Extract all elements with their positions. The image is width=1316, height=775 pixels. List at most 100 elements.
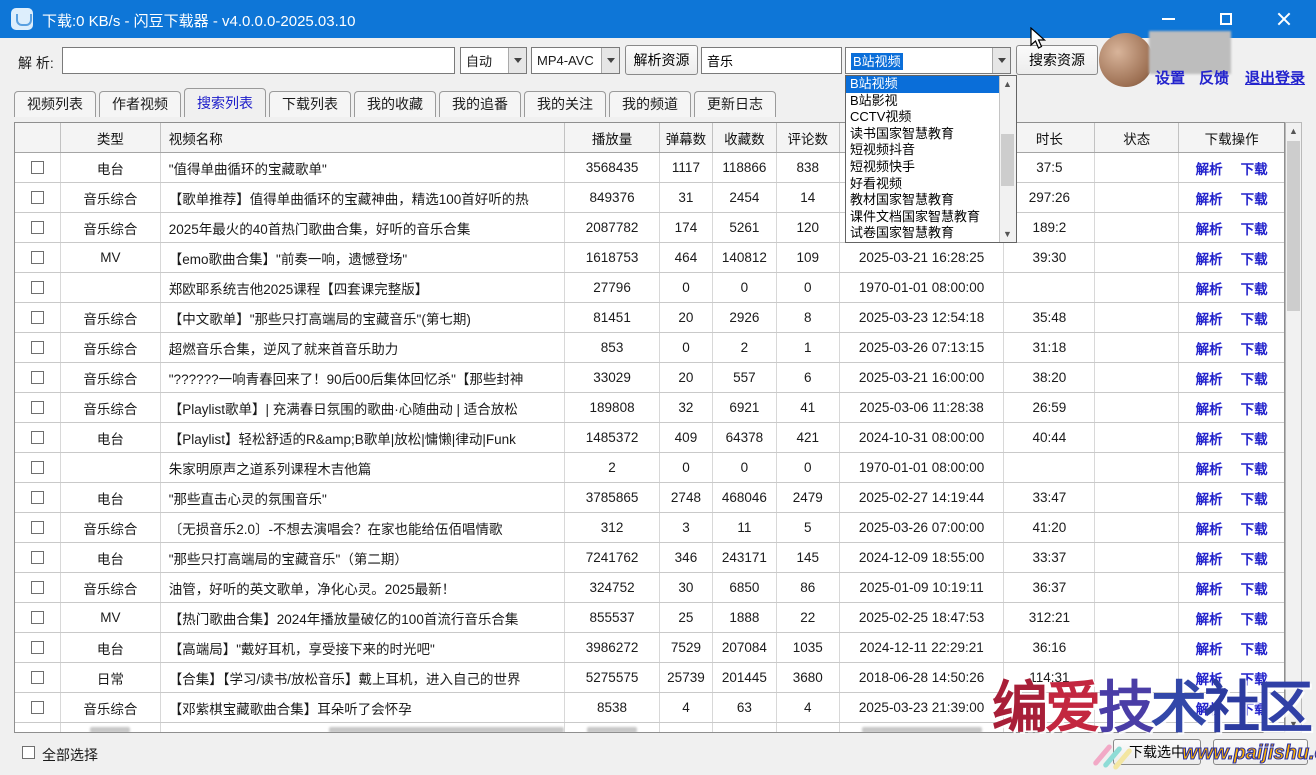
row-checkbox[interactable] (31, 671, 44, 684)
row-checkbox[interactable] (31, 281, 44, 294)
row-checkbox[interactable] (31, 491, 44, 504)
parse-link[interactable]: 解析 (1196, 368, 1223, 388)
source-option[interactable]: CCTV视频 (846, 109, 999, 126)
source-option[interactable]: 短视频快手 (846, 159, 999, 176)
tab-4[interactable]: 下载列表 (269, 91, 351, 117)
tab-5[interactable]: 我的收藏 (354, 91, 436, 117)
download-link[interactable]: 下载 (1241, 488, 1268, 508)
download-link[interactable]: 下载 (1241, 278, 1268, 298)
row-checkbox[interactable] (31, 251, 44, 264)
row-checkbox[interactable] (31, 461, 44, 474)
download-link[interactable]: 下载 (1241, 308, 1268, 328)
source-option[interactable]: 短视频抖音 (846, 142, 999, 159)
scroll-down-icon[interactable]: ▼ (1286, 716, 1301, 732)
download-link[interactable]: 下载 (1241, 548, 1268, 568)
download-link[interactable]: 下载 (1241, 698, 1268, 718)
tab-9[interactable]: 更新日志 (694, 91, 776, 117)
parse-resource-button[interactable]: 解析资源 (625, 45, 698, 75)
row-checkbox[interactable] (31, 611, 44, 624)
source-option[interactable]: 读书国家智慧教育 (846, 126, 999, 143)
select-all-checkbox[interactable] (22, 746, 35, 759)
quality-select[interactable]: 自动 (460, 47, 527, 74)
parse-link[interactable]: 解析 (1196, 488, 1223, 508)
row-checkbox[interactable] (31, 431, 44, 444)
parse-link[interactable]: 解析 (1196, 458, 1223, 478)
cell-duration: 297:26 (1004, 183, 1095, 212)
row-checkbox[interactable] (31, 221, 44, 234)
table-scrollbar[interactable]: ▲ ▼ (1285, 122, 1302, 733)
parse-link[interactable]: 解析 (1196, 668, 1223, 688)
row-checkbox[interactable] (31, 521, 44, 534)
download-link[interactable]: 下载 (1241, 518, 1268, 538)
download-link[interactable]: 下载 (1241, 668, 1268, 688)
row-checkbox[interactable] (31, 551, 44, 564)
download-link[interactable]: 下载 (1241, 188, 1268, 208)
row-checkbox[interactable] (31, 341, 44, 354)
source-select[interactable]: B站视频 (845, 47, 1011, 74)
parse-link[interactable]: 解析 (1196, 158, 1223, 178)
row-checkbox[interactable] (31, 161, 44, 174)
download-link[interactable]: 下载 (1241, 338, 1268, 358)
parse-url-input[interactable] (62, 47, 455, 74)
row-checkbox[interactable] (31, 311, 44, 324)
scroll-up-icon[interactable]: ▲ (1286, 123, 1301, 139)
tab-7[interactable]: 我的关注 (524, 91, 606, 117)
row-checkbox[interactable] (31, 641, 44, 654)
parse-link[interactable]: 解析 (1196, 608, 1223, 628)
tab-3[interactable]: 搜索列表 (184, 88, 266, 117)
parse-link[interactable]: 解析 (1196, 698, 1223, 718)
parse-link[interactable]: 解析 (1196, 638, 1223, 658)
row-checkbox[interactable] (31, 701, 44, 714)
source-option[interactable]: B站视频 (846, 76, 999, 93)
feedback-link[interactable]: 反馈 (1199, 67, 1229, 88)
download-link[interactable]: 下载 (1241, 398, 1268, 418)
parse-link[interactable]: 解析 (1196, 548, 1223, 568)
scroll-up-icon[interactable]: ▲ (1000, 76, 1015, 92)
source-option[interactable]: 试卷国家智慧教育 (846, 225, 999, 242)
row-checkbox[interactable] (31, 581, 44, 594)
download-link[interactable]: 下载 (1241, 428, 1268, 448)
download-link[interactable]: 下载 (1241, 458, 1268, 478)
close-button[interactable] (1261, 0, 1307, 38)
tab-1[interactable]: 视频列表 (14, 91, 96, 117)
scrollbar-thumb[interactable] (1287, 141, 1300, 311)
download-link[interactable]: 下载 (1241, 158, 1268, 178)
download-link[interactable]: 下载 (1241, 248, 1268, 268)
parse-link[interactable]: 解析 (1196, 578, 1223, 598)
row-checkbox[interactable] (31, 401, 44, 414)
parse-link[interactable]: 解析 (1196, 218, 1223, 238)
dropdown-scrollbar[interactable]: ▲ ▼ (999, 76, 1016, 242)
scrollbar-thumb[interactable] (1001, 134, 1014, 186)
parse-link[interactable]: 解析 (1196, 338, 1223, 358)
source-option[interactable]: 教材国家智慧教育 (846, 192, 999, 209)
source-option[interactable]: 好看视频 (846, 176, 999, 193)
download-link[interactable]: 下载 (1241, 578, 1268, 598)
scroll-down-icon[interactable]: ▼ (1000, 226, 1015, 242)
avatar[interactable] (1099, 33, 1153, 87)
source-option[interactable]: 课件文档国家智慧教育 (846, 209, 999, 226)
search-resource-button[interactable]: 搜索资源 (1016, 45, 1098, 75)
parse-link[interactable]: 解析 (1196, 308, 1223, 328)
parse-link[interactable]: 解析 (1196, 248, 1223, 268)
parse-link[interactable]: 解析 (1196, 518, 1223, 538)
download-link[interactable]: 下载 (1241, 638, 1268, 658)
logout-link[interactable]: 退出登录 (1245, 67, 1305, 88)
source-option[interactable]: B站影视 (846, 93, 999, 110)
download-link[interactable]: 下载 (1241, 218, 1268, 238)
second-action-button[interactable] (1213, 739, 1308, 765)
row-checkbox[interactable] (31, 191, 44, 204)
codec-select[interactable]: MP4-AVC (531, 47, 620, 74)
parse-link[interactable]: 解析 (1196, 188, 1223, 208)
search-keyword-input[interactable] (701, 47, 842, 74)
download-link[interactable]: 下载 (1241, 368, 1268, 388)
settings-link[interactable]: 设置 (1155, 67, 1185, 88)
download-link[interactable]: 下载 (1241, 608, 1268, 628)
tab-8[interactable]: 我的频道 (609, 91, 691, 117)
parse-link[interactable]: 解析 (1196, 278, 1223, 298)
cell-title: "那些只打高端局的宝藏音乐"（第二期） (161, 543, 565, 572)
parse-link[interactable]: 解析 (1196, 398, 1223, 418)
tab-6[interactable]: 我的追番 (439, 91, 521, 117)
parse-link[interactable]: 解析 (1196, 428, 1223, 448)
tab-2[interactable]: 作者视频 (99, 91, 181, 117)
row-checkbox[interactable] (31, 371, 44, 384)
